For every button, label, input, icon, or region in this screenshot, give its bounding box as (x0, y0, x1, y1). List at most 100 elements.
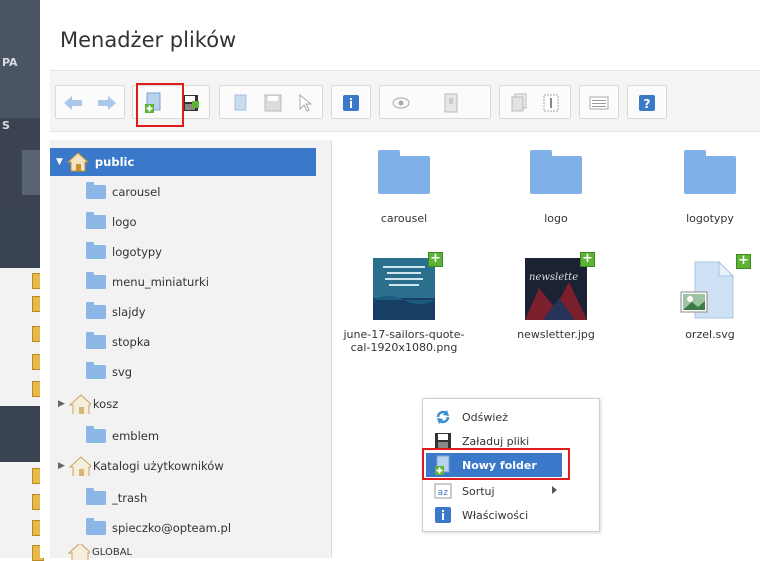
copy-button[interactable] (228, 90, 254, 116)
folder-icon (530, 150, 582, 194)
file-item-image[interactable]: + june-17-sailors-quote-cal-1920x1080.pn… (340, 252, 468, 354)
edit-group (219, 85, 323, 119)
highlight-box (136, 83, 184, 127)
help-button[interactable]: ? (634, 90, 660, 116)
tree-item-folder[interactable]: _trash (86, 484, 316, 512)
background-button (22, 150, 40, 195)
folder-icon (86, 242, 106, 259)
background-sidebar-label: PA (2, 56, 18, 69)
info-icon (343, 95, 359, 111)
image-preview-icon (373, 258, 435, 320)
house-icon (68, 394, 91, 414)
folder-icon (378, 150, 430, 194)
tree-item-kosz[interactable]: ▶ kosz (50, 390, 316, 418)
folder-icon (86, 332, 106, 349)
folder-icon (86, 488, 106, 505)
text-cursor-icon (543, 94, 559, 112)
file-item-svg[interactable]: + orzel.svg (646, 254, 760, 341)
svg-text:az: az (438, 488, 449, 498)
dialog-title: Menadżer plików (60, 28, 237, 52)
file-item-folder[interactable]: carousel (340, 150, 468, 225)
svg-text:?: ? (644, 97, 651, 111)
home-icon (66, 152, 89, 172)
list-view-button[interactable] (586, 90, 612, 116)
tools-group (499, 85, 571, 119)
folder-tree: ▼ public carousel logo logotypy menu_min… (50, 140, 332, 560)
archive-button[interactable] (438, 90, 464, 116)
background-section (0, 406, 40, 461)
folder-icon (86, 302, 106, 319)
file-item-folder[interactable]: logotypy (646, 150, 760, 225)
submenu-arrow-icon (552, 486, 557, 494)
image-file-icon (680, 260, 735, 319)
background-sidebar-label: S (2, 119, 10, 132)
tree-item-folder[interactable]: stopka (86, 328, 316, 356)
tree-item-folder[interactable]: menu_miniaturki (86, 268, 316, 296)
forward-button[interactable] (94, 90, 120, 116)
folder-icon (86, 182, 106, 199)
thumbnail-text: newslette (529, 272, 579, 283)
tree-item-folder[interactable]: spieczko@opteam.pl (86, 514, 316, 542)
info-button[interactable] (338, 90, 364, 116)
tree-item-public[interactable]: ▼ public (50, 148, 316, 176)
arrow-left-icon (64, 96, 82, 110)
help-icon: ? (639, 95, 655, 111)
preview-button[interactable] (388, 90, 414, 116)
menu-item-sort[interactable]: az Sortuj (426, 479, 557, 503)
info-icon (434, 506, 452, 524)
folder-icon (86, 426, 106, 443)
tree-item-folder[interactable]: emblem (86, 422, 316, 450)
collapse-icon: ▶ (58, 399, 65, 409)
svg-thumbnail: + (679, 254, 751, 320)
add-icon: + (428, 252, 443, 267)
highlight-box (422, 448, 570, 480)
folder-icon (684, 150, 736, 194)
tree-item-folder[interactable]: logo (86, 208, 316, 236)
select-button[interactable] (292, 90, 318, 116)
expand-icon: ▼ (56, 157, 63, 167)
arrow-right-icon (98, 96, 116, 110)
folder-icon (86, 518, 106, 535)
rename-button[interactable] (538, 90, 564, 116)
folder-icon (86, 212, 106, 229)
info-group (331, 85, 371, 119)
file-item-folder[interactable]: logo (492, 150, 620, 225)
refresh-icon (434, 408, 452, 426)
background-sidebar: PA S (0, 0, 44, 561)
tree-item-katalogi[interactable]: ▶ Katalogi użytkowników (50, 452, 316, 480)
list-icon (589, 96, 609, 110)
duplicate-button[interactable] (506, 90, 532, 116)
navigation-group (55, 85, 125, 119)
image-thumbnail: + (373, 252, 443, 320)
copy-icon (234, 94, 247, 111)
add-icon: + (736, 254, 751, 269)
file-item-image[interactable]: newslette + newsletter.jpg (492, 252, 620, 341)
tree-item-folder[interactable]: carousel (86, 178, 316, 206)
add-icon: + (580, 252, 595, 267)
back-button[interactable] (60, 90, 86, 116)
archive-icon (444, 93, 458, 113)
menu-item-refresh[interactable]: Odśwież (426, 405, 554, 429)
menu-item-properties[interactable]: Właściwości (426, 503, 554, 527)
image-thumbnail: newslette + (525, 252, 595, 320)
house-icon (68, 456, 91, 476)
tree-item-folder[interactable]: svg (86, 358, 316, 386)
folder-icon (86, 272, 106, 289)
cursor-icon (299, 94, 313, 112)
file-grid: carousel logo logotypy + june-17-sailors… (332, 140, 760, 558)
sort-icon: az (434, 482, 452, 500)
background-section (0, 210, 40, 265)
disk-icon (264, 94, 282, 112)
collapse-icon: ▶ (58, 461, 65, 471)
view-group (379, 85, 491, 119)
tree-item-folder[interactable]: logotypy (86, 238, 316, 266)
help-group: ? (627, 85, 667, 119)
duplicate-icon (511, 93, 527, 112)
folder-icon (86, 362, 106, 379)
list-view-group (579, 85, 619, 119)
tree-item-folder[interactable]: slajdy (86, 298, 316, 326)
toolbar: ? (50, 70, 760, 132)
file-manager-dialog: Menadżer plików ? ▼ public carousel logo… (40, 0, 760, 560)
image-preview-icon (525, 258, 587, 320)
save-button[interactable] (260, 90, 286, 116)
